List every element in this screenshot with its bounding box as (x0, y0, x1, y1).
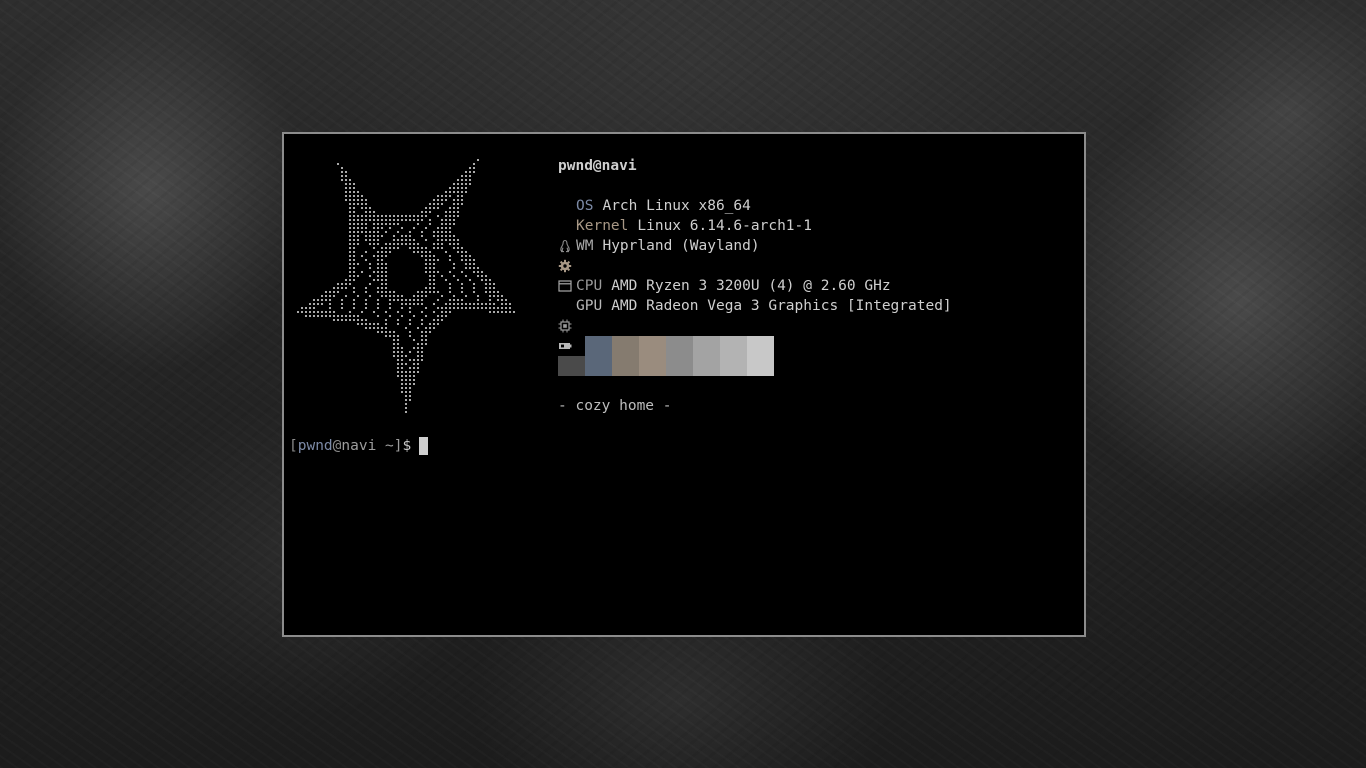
color-swatch (720, 336, 747, 376)
shell-prompt[interactable]: [pwnd @ navi ~] $ (289, 436, 429, 456)
info-row-kernel: Kernel Linux 6.14.6-arch1-1 (558, 216, 1078, 273)
info-row-cpu: CPU AMD Ryzen 3 3200U (4) @ 2.60 GHz (558, 276, 1078, 333)
motto-text: - cozy home - (558, 398, 672, 414)
prompt-dir: ~] (376, 438, 403, 454)
color-swatch (666, 336, 693, 376)
gpu-value: AMD Radeon Vega 3 Graphics [Integrated] (611, 298, 952, 314)
prompt-user: pwnd (297, 438, 333, 454)
color-swatch (693, 336, 720, 376)
window-icon (558, 239, 572, 292)
user-host-title: pwnd@navi (558, 158, 637, 174)
wm-value: Hyprland (Wayland) (602, 238, 760, 254)
terminal-window[interactable]: pwnd@navi OS Arch Linux x86_64 Kernel Li… (282, 132, 1086, 637)
color-swatch (747, 336, 774, 376)
color-palette (558, 336, 1078, 376)
info-row-wm: WM Hyprland (Wayland) (558, 236, 1078, 292)
gpu-icon (558, 299, 572, 349)
cpu-key: CPU (576, 278, 603, 294)
cpu-icon (558, 279, 572, 333)
os-value: Arch Linux x86_64 (602, 198, 751, 214)
fetch-info-panel: pwnd@navi OS Arch Linux x86_64 Kernel Li… (558, 156, 1078, 416)
gpu-key: GPU (576, 298, 603, 314)
os-key: OS (576, 198, 594, 214)
text-cursor[interactable] (419, 437, 429, 455)
color-swatch (639, 336, 666, 376)
wm-key: WM (576, 238, 594, 254)
info-row-os: OS Arch Linux x86_64 (558, 196, 1078, 253)
prompt-host: navi (341, 438, 377, 454)
prompt-open-bracket: [ (289, 438, 298, 454)
color-swatch (558, 356, 585, 376)
color-swatch (585, 336, 612, 376)
cpu-value: AMD Ryzen 3 3200U (4) @ 2.60 GHz (611, 278, 891, 294)
gear-icon (558, 219, 572, 273)
info-row-gpu: GPU AMD Radeon Vega 3 Graphics [Integrat… (558, 296, 1078, 349)
kernel-key: Kernel (576, 218, 629, 234)
linux-icon (558, 199, 572, 253)
kernel-value: Linux 6.14.6-arch1-1 (637, 218, 812, 234)
prompt-symbol: $ (402, 438, 412, 454)
color-swatch (612, 336, 639, 376)
prompt-at: @ (332, 438, 342, 454)
pentagram-ascii-logo (296, 158, 516, 414)
